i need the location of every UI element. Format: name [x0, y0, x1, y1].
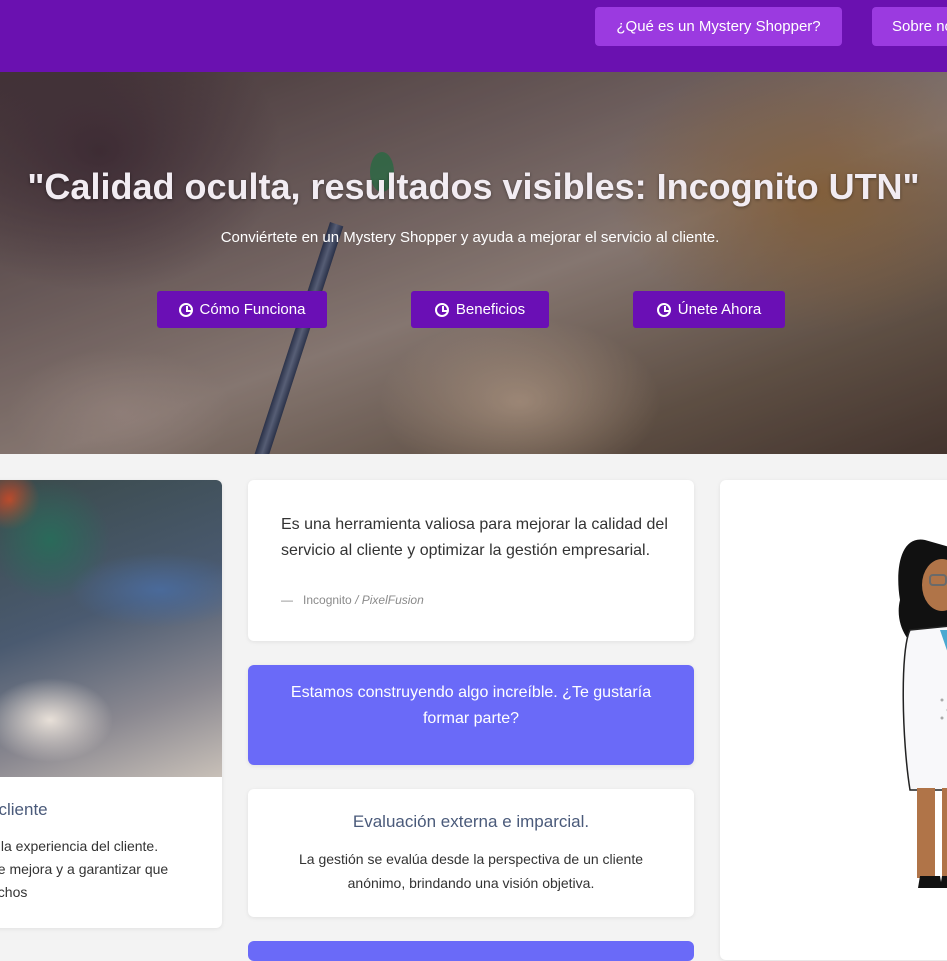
evaluation-title: Evaluación externa e imparcial.	[248, 812, 694, 832]
doctor-illustration	[720, 480, 947, 960]
how-it-works-button[interactable]: Cómo Funciona	[157, 291, 327, 328]
benefits-button[interactable]: Beneficios	[411, 291, 549, 328]
clock-icon	[435, 303, 449, 317]
navbar: ¿Qué es un Mystery Shopper? Sobre no	[0, 0, 947, 72]
join-now-label: Únete Ahora	[678, 301, 761, 318]
hero-section	[0, 72, 947, 454]
quote-text: Es una herramienta valiosa para mejorar …	[281, 512, 681, 564]
hero-subtitle: Conviértete en un Mystery Shopper y ayud…	[0, 229, 940, 246]
cta-card: Estamos construyendo algo increíble. ¿Te…	[248, 665, 694, 765]
join-now-button[interactable]: Únete Ahora	[633, 291, 785, 328]
card-text-line: echos	[0, 881, 168, 904]
nav-about-button[interactable]: Sobre no	[872, 7, 947, 46]
clock-icon	[179, 303, 193, 317]
benefits-label: Beneficios	[456, 301, 525, 318]
evaluation-card: Evaluación externa e imparcial. La gesti…	[248, 789, 694, 917]
evaluation-text: La gestión se evalúa desde la perspectiv…	[278, 847, 664, 895]
team-hands-photo	[0, 480, 222, 777]
nav-mystery-shopper-button[interactable]: ¿Qué es un Mystery Shopper?	[595, 7, 842, 46]
illustration-card	[720, 480, 947, 960]
card-text: y la experiencia del cliente. de mejora …	[0, 835, 168, 904]
card-text-line: y la experiencia del cliente.	[0, 835, 168, 858]
card-heading: l cliente	[0, 800, 48, 820]
card-text-line: de mejora y a garantizar que	[0, 858, 168, 881]
quote-dash: —	[281, 593, 293, 607]
cta-text: Estamos construyendo algo increíble. ¿Te…	[268, 680, 674, 732]
clock-icon	[657, 303, 671, 317]
next-card	[248, 941, 694, 961]
quote-author: Incognito	[303, 593, 352, 607]
quote-card: Es una herramienta valiosa para mejorar …	[248, 480, 694, 641]
quote-source: — Incognito / PixelFusion	[281, 593, 424, 607]
how-it-works-label: Cómo Funciona	[200, 301, 306, 318]
hero-overlay	[0, 72, 947, 454]
hero-title: "Calidad oculta, resultados visibles: In…	[0, 166, 947, 208]
quote-source-name: / PixelFusion	[355, 593, 424, 607]
customer-experience-card: l cliente y la experiencia del cliente. …	[0, 480, 222, 928]
